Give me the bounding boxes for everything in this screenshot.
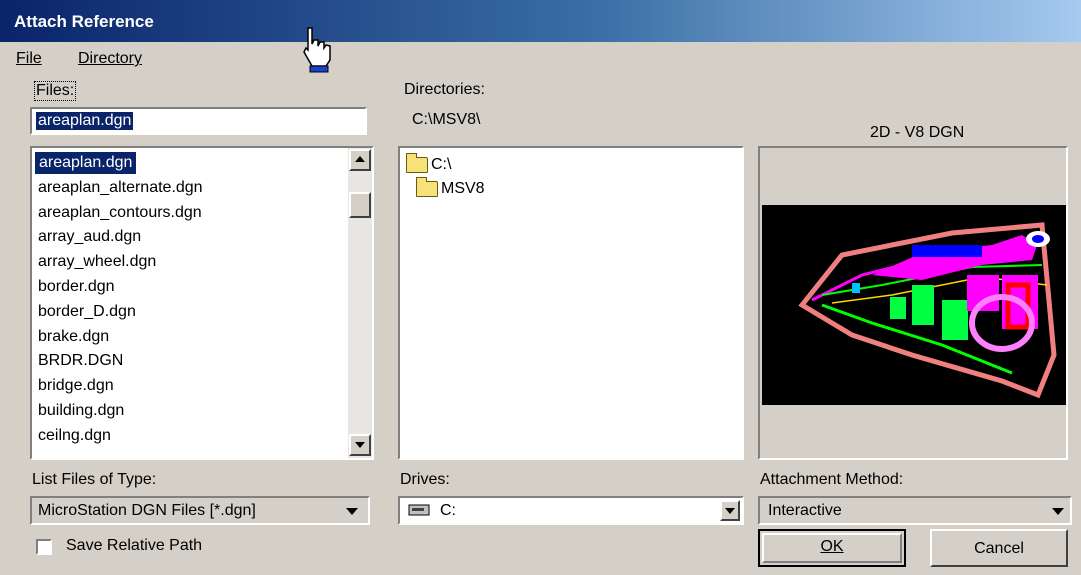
directory-tree[interactable]: C:\ MSV8: [398, 146, 744, 460]
cancel-button[interactable]: Cancel: [930, 529, 1068, 567]
arrow-up-icon: [355, 156, 365, 162]
attachment-label: Attachment Method:: [760, 471, 904, 488]
cancel-label: Cancel: [974, 540, 1024, 557]
hard-drive-icon: [408, 504, 430, 516]
file-list-item[interactable]: bridge.dgn: [38, 375, 114, 397]
preview-label: 2D - V8 DGN: [870, 124, 965, 141]
file-list-item[interactable]: areaplan.dgn: [35, 152, 137, 174]
ok-label: OK: [820, 538, 844, 555]
ok-button[interactable]: OK: [758, 529, 906, 567]
file-type-value: MicroStation DGN Files [*.dgn]: [38, 502, 256, 519]
file-list-item[interactable]: ceilng.dgn: [38, 425, 111, 447]
file-list-scrollbar[interactable]: [348, 148, 372, 458]
scroll-down-button[interactable]: [349, 434, 371, 456]
save-relative-label-text: Save Relative Path: [66, 537, 203, 554]
file-list[interactable]: areaplan.dgn areaplan_alternate.dgnareapl…: [30, 146, 374, 460]
drives-value: C:: [440, 502, 456, 519]
menu-directory[interactable]: Directory: [78, 50, 142, 68]
dir-item-msv8-label: MSV8: [441, 180, 485, 197]
file-list-item[interactable]: array_aud.dgn: [38, 226, 141, 248]
preview-frame: [758, 146, 1068, 460]
file-list-item[interactable]: building.dgn: [38, 400, 124, 422]
drives-dropdown[interactable]: C:: [398, 496, 744, 525]
file-type-label: List Files of Type:: [32, 471, 157, 488]
file-list-item[interactable]: array_wheel.dgn: [38, 251, 156, 273]
current-path: C:\MSV8\: [412, 111, 481, 128]
drives-label: Drives:: [400, 471, 450, 488]
drives-dropdown-button[interactable]: [720, 500, 740, 521]
scroll-up-button[interactable]: [349, 149, 371, 171]
files-label: Files:: [34, 81, 77, 101]
save-relative-checkbox[interactable]: [36, 539, 52, 555]
menu-directory-label: Directory: [78, 50, 143, 67]
arrow-down-icon: [355, 442, 365, 448]
file-list-item[interactable]: border.dgn: [38, 276, 115, 298]
menu-file[interactable]: File: [16, 50, 42, 68]
dir-item-msv8[interactable]: MSV8: [416, 176, 485, 200]
open-folder-icon: [406, 152, 428, 173]
file-list-item[interactable]: areaplan_contours.dgn: [38, 202, 202, 224]
filename-input[interactable]: areaplan.dgn: [30, 107, 367, 135]
file-list-item[interactable]: BRDR.DGN: [38, 350, 123, 372]
window-title: Attach Reference: [14, 12, 154, 31]
attachment-value: Interactive: [768, 502, 842, 519]
file-type-dropdown[interactable]: MicroStation DGN Files [*.dgn]: [30, 496, 370, 525]
dir-item-root[interactable]: C:\: [406, 152, 452, 176]
file-list-item[interactable]: border_D.dgn: [38, 301, 136, 323]
dropdown-arrow-icon: [1052, 508, 1064, 515]
dropdown-arrow-icon: [346, 508, 358, 515]
directories-label: Directories:: [404, 81, 485, 98]
open-folder-icon: [416, 176, 438, 197]
scroll-thumb[interactable]: [349, 192, 371, 218]
menu-file-label: File: [16, 50, 42, 67]
file-list-item[interactable]: brake.dgn: [38, 326, 109, 348]
hand-cursor-icon: [303, 27, 331, 73]
attachment-dropdown[interactable]: Interactive: [758, 496, 1072, 525]
arrow-down-icon: [725, 508, 735, 514]
save-relative-label: Save Relative Path: [66, 537, 202, 555]
dir-item-root-label: C:\: [431, 156, 452, 173]
drawing-preview-image: [762, 205, 1066, 405]
filename-input-value: areaplan.dgn: [36, 112, 134, 130]
title-bar[interactable]: [0, 0, 1081, 42]
file-list-item[interactable]: areaplan_alternate.dgn: [38, 177, 203, 199]
